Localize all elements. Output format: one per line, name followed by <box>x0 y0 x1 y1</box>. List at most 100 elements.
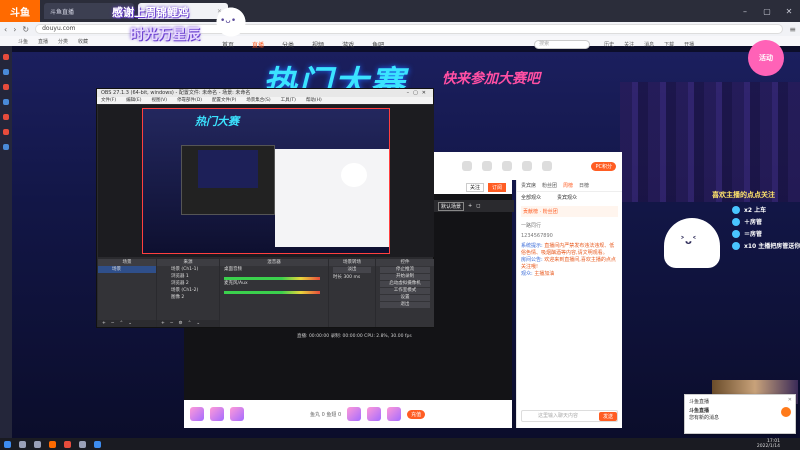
obs-canvas[interactable]: 热门大赛 <box>142 108 390 254</box>
virtual-camera-button[interactable]: 启动虚拟摄像机 <box>380 281 430 287</box>
bullet-icon <box>732 230 740 238</box>
share-icon[interactable] <box>502 161 512 171</box>
nav-item-home[interactable]: 首页 <box>222 40 234 49</box>
menu-icon[interactable]: ≡ <box>789 25 796 34</box>
message-icon[interactable]: 消息 <box>644 41 654 48</box>
follow-button[interactable]: 关注 <box>465 182 484 192</box>
tab-daily[interactable]: 日榜 <box>579 182 589 189</box>
obs-menu-help[interactable]: 帮助(H) <box>306 97 322 104</box>
audio-level-meter[interactable] <box>224 291 320 294</box>
sidebar-app-icon[interactable] <box>3 69 9 75</box>
scenes-dock-footer[interactable]: +−⌃⌄ <box>98 320 156 327</box>
taskbar-clock[interactable]: 17:01 2022/1/14 <box>757 439 780 449</box>
send-button[interactable]: 发送 <box>598 412 617 421</box>
obs-preview[interactable]: 热门大赛 <box>98 105 434 257</box>
tab-weekly[interactable]: 周榜 <box>563 182 573 189</box>
message-user[interactable]: 观众: <box>521 271 533 277</box>
obs-menu-file[interactable]: 文件(F) <box>101 97 116 104</box>
exit-button[interactable]: 退出 <box>380 302 430 308</box>
source-item[interactable]: 浏览器 1 <box>157 273 219 280</box>
nav-item-live[interactable]: 直播 <box>252 40 264 49</box>
sidebar-app-icon[interactable] <box>3 144 9 150</box>
sidebar-app-icon[interactable] <box>3 129 9 135</box>
douyu-logo[interactable]: 斗鱼 <box>0 0 40 22</box>
start-recording-button[interactable]: 开始录制 <box>380 274 430 280</box>
follow-overlay: 喜欢主播的点点关注 x2 上车 ＋房管 ＝房管 x10 主播把房管送你 <box>664 190 800 290</box>
nav-item-game[interactable]: 游戏 <box>342 40 354 49</box>
download-icon[interactable]: 下载 <box>664 41 674 48</box>
taskbar-app-icon[interactable] <box>64 440 71 448</box>
chat-message: 系统提示: 直播间内严禁发布违法违规、低俗色情、吸烟酗酒等内容,请文明观看。 <box>521 243 618 257</box>
broadcast-icon[interactable]: 开播 <box>684 41 694 48</box>
forward-icon[interactable]: › <box>13 25 16 34</box>
vip-audience-tab[interactable]: 贵宾观众 <box>557 194 577 201</box>
studio-mode-button[interactable]: 工作室模式 <box>380 288 430 294</box>
settings-button[interactable]: 设置 <box>380 295 430 301</box>
gift-icon[interactable] <box>210 407 224 421</box>
obs-menu-scene-collection[interactable]: 场景集合(S) <box>246 97 270 104</box>
gift-icon[interactable] <box>230 407 244 421</box>
sidebar-app-icon[interactable] <box>3 54 9 60</box>
duration-value[interactable]: 300 ms <box>343 275 360 280</box>
notification-popup[interactable]: 斗鱼直播 斗鱼直播 您有新的消息 ✕ <box>684 394 796 434</box>
start-icon[interactable] <box>4 440 11 448</box>
obs-menu-view[interactable]: 视图(V) <box>151 97 167 104</box>
tab-vip[interactable]: 贵宾席 <box>521 182 536 189</box>
gift-icon[interactable] <box>367 407 382 421</box>
source-item[interactable]: 场景 (Ch1-2) <box>157 287 219 294</box>
transition-type-select[interactable]: 淡出 <box>333 267 371 273</box>
obs-menu-profile[interactable]: 配置文件(P) <box>212 97 236 104</box>
add-scene-icon[interactable]: + <box>468 203 472 209</box>
sidebar-app-icon[interactable] <box>3 99 9 105</box>
nav-item-category[interactable]: 分类 <box>282 40 294 49</box>
sidebar-app-icon[interactable] <box>3 114 9 120</box>
obs-menu-tools[interactable]: 工具(T) <box>281 97 296 104</box>
obs-menu-edit[interactable]: 编辑(E) <box>126 97 141 104</box>
maximize-icon[interactable]: ▢ <box>756 7 778 16</box>
gift-icon[interactable] <box>387 407 402 421</box>
obs-window-controls[interactable]: –▢✕ <box>407 89 433 97</box>
sources-dock-footer[interactable]: +−⚙⌃⌄ <box>157 320 219 327</box>
fishball-icon[interactable] <box>462 161 472 171</box>
sidebar-app-icon[interactable] <box>3 84 9 90</box>
fishfin-icon[interactable] <box>482 161 492 171</box>
follow-icon[interactable]: 关注 <box>624 41 634 48</box>
chat-notice[interactable]: 贡献榜 · 粉丝团 <box>521 206 618 217</box>
source-item[interactable]: 图像 2 <box>157 294 219 301</box>
tab-fans[interactable]: 粉丝团 <box>542 182 557 189</box>
notification-action-icon[interactable] <box>781 407 791 417</box>
message-user[interactable]: 房间公告: <box>521 257 543 263</box>
gift-icon[interactable] <box>347 407 362 421</box>
scene-settings-icon[interactable]: ◻ <box>476 203 480 209</box>
search-input[interactable]: 搜索 <box>534 39 591 49</box>
gift-icon[interactable] <box>190 407 204 421</box>
all-audience-tab[interactable]: 全部观众 <box>521 194 541 201</box>
taskbar-app-icon[interactable] <box>79 440 86 448</box>
source-item[interactable]: 场景 (Ch1-1) <box>157 266 219 273</box>
pc-points-button[interactable]: PC积分 <box>591 161 616 171</box>
taskbar-app-icon[interactable] <box>19 440 26 448</box>
message-user[interactable]: 系统提示: <box>521 243 543 249</box>
event-badge[interactable]: 活动 <box>748 40 784 76</box>
recharge-button[interactable]: 充值 <box>407 409 426 419</box>
obs-menu-bar: 文件(F) 编辑(E) 视图(V) 停靠部件(D) 配置文件(P) 场景集合(S… <box>97 97 433 104</box>
source-item[interactable]: 浏览器 2 <box>157 280 219 287</box>
nav-item-yuba[interactable]: 鱼吧 <box>372 40 384 49</box>
scene-item[interactable]: 场景 <box>98 266 156 273</box>
taskbar-app-icon[interactable] <box>94 440 101 448</box>
client-icon[interactable] <box>522 161 532 171</box>
stop-streaming-button[interactable]: 停止推流 <box>380 267 430 273</box>
back-icon[interactable]: ‹ <box>4 25 7 34</box>
minimize-icon[interactable]: – <box>734 7 756 16</box>
close-window-icon[interactable]: ✕ <box>778 7 800 16</box>
history-icon[interactable]: 历史 <box>604 41 614 48</box>
obs-menu-docks[interactable]: 停靠部件(D) <box>177 97 202 104</box>
close-notification-icon[interactable]: ✕ <box>788 397 792 403</box>
report-icon[interactable] <box>542 161 552 171</box>
scene-tag[interactable]: 默认场景 <box>438 201 465 211</box>
taskbar-app-icon[interactable] <box>34 440 41 448</box>
refresh-icon[interactable]: ↻ <box>22 25 29 34</box>
subscribe-button[interactable]: 订阅 <box>487 182 506 192</box>
nav-item-video[interactable]: 视频 <box>312 40 324 49</box>
taskbar-app-icon[interactable] <box>49 440 56 448</box>
